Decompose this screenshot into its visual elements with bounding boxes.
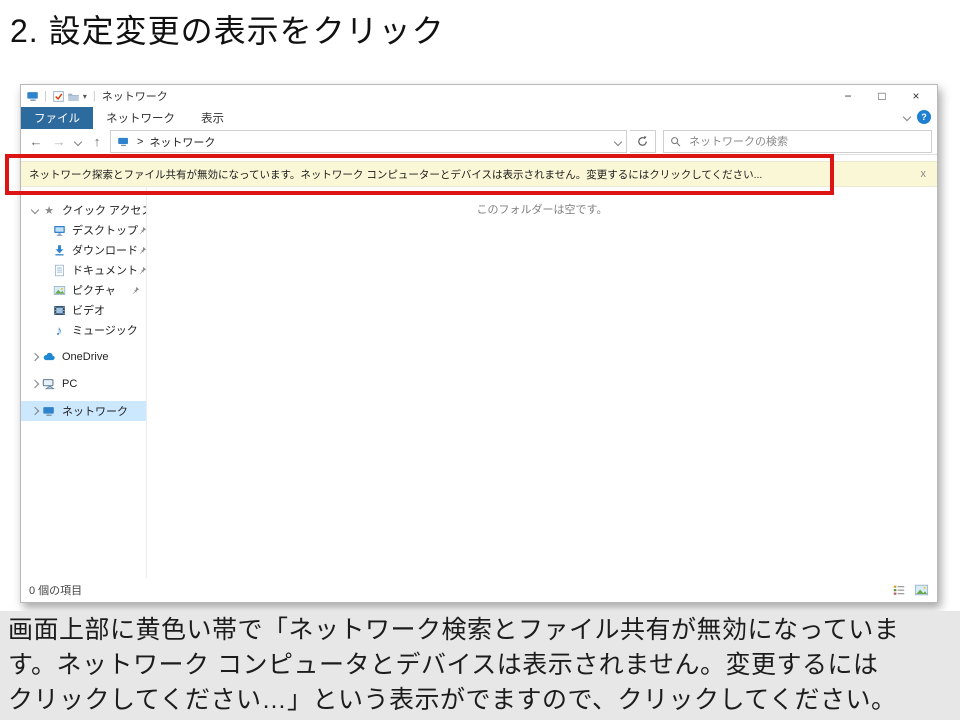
sidebar-item-label: ドキュメント (72, 265, 138, 277)
network-location-icon (116, 134, 131, 149)
caption-line: 画面上部に黄色い帯で「ネットワーク検索とファイル共有が無効になっていま (8, 616, 900, 644)
chevron-right-icon[interactable] (29, 406, 41, 416)
sidebar-item-label: ダウンロード (72, 245, 138, 257)
minimize-button[interactable]: − (831, 86, 865, 106)
folder-view[interactable]: このフォルダーは空です。 (147, 187, 937, 578)
sidebar-item-network[interactable]: ネットワーク (21, 401, 146, 421)
network-discovery-notification[interactable]: ネットワーク探索とファイル共有が無効になっています。ネットワーク コンピューター… (21, 161, 937, 187)
tab-view[interactable]: 表示 (188, 107, 237, 129)
chevron-down-icon[interactable] (29, 205, 41, 215)
items-count: 0 個の項目 (29, 585, 83, 597)
refresh-button[interactable] (630, 130, 656, 153)
details-view-icon[interactable] (892, 583, 906, 597)
sidebar-item-label: クイック アクセス (62, 205, 147, 217)
close-button[interactable]: × (899, 86, 933, 106)
sidebar-item-label: PC (62, 378, 78, 390)
search-icon (670, 136, 682, 148)
quick-access-star-icon: ★ (44, 204, 54, 217)
titlebar-separator: | (44, 90, 47, 102)
pin-icon (138, 246, 146, 255)
network-icon (41, 404, 57, 418)
sidebar-item-label: デスクトップ (72, 225, 138, 237)
explorer-window: | ▾ | ネットワーク − □ × ファイル ネットワーク 表示 ? ← → … (20, 84, 938, 603)
sidebar-item-documents[interactable]: ドキュメント (21, 260, 146, 280)
ribbon-tabs: ファイル ネットワーク 表示 ? (21, 107, 937, 129)
maximize-button[interactable]: □ (865, 86, 899, 106)
caption-line: クリックしてください…」という表示がでますので、クリックしてください。 (8, 686, 897, 714)
breadcrumb[interactable]: > ネットワーク (110, 130, 627, 153)
chevron-right-icon[interactable] (29, 352, 41, 362)
music-note-icon: ♪ (55, 322, 63, 338)
slide-caption: 画面上部に黄色い帯で「ネットワーク検索とファイル共有が無効になっていま す。ネッ… (0, 611, 960, 720)
address-dropdown-icon[interactable] (613, 137, 623, 146)
tab-network[interactable]: ネットワーク (93, 107, 188, 129)
empty-folder-text: このフォルダーは空です。 (476, 204, 608, 216)
help-icon[interactable]: ? (917, 110, 931, 124)
window-title: ネットワーク (101, 91, 168, 103)
pin-icon (138, 266, 146, 275)
slide-title: 2. 設定変更の表示をクリック (10, 13, 445, 49)
sidebar-item-videos[interactable]: ビデオ (21, 300, 146, 320)
sidebar-item-onedrive[interactable]: OneDrive (21, 347, 146, 367)
notification-close-icon[interactable]: x (918, 168, 930, 180)
pc-icon (41, 377, 57, 391)
desktop-icon (51, 224, 67, 237)
sidebar-item-pictures[interactable]: ピクチャ (21, 280, 146, 300)
download-icon (51, 244, 67, 257)
document-icon (51, 264, 67, 277)
sidebar-item-label: ビデオ (72, 305, 105, 317)
onedrive-cloud-icon (41, 350, 57, 364)
qat-dropdown-icon[interactable]: ▾ (83, 92, 87, 101)
status-bar: 0 個の項目 (21, 578, 937, 602)
sidebar-item-label: ピクチャ (72, 285, 116, 297)
window-controls: − □ × (831, 86, 933, 106)
pin-icon (138, 226, 146, 235)
address-bar: ← → ↑ > ネットワーク (21, 129, 937, 155)
search-input[interactable] (687, 134, 925, 149)
network-app-icon (25, 89, 40, 104)
sidebar-item-desktop[interactable]: デスクトップ (21, 220, 146, 240)
pin-icon (131, 286, 140, 295)
sidebar-item-label: OneDrive (62, 351, 109, 363)
forward-button[interactable]: → (49, 132, 69, 152)
recent-locations-icon[interactable] (72, 132, 84, 152)
caption-line: す。ネットワーク コンピュータとデバイスは表示されません。変更するには (8, 651, 879, 679)
pictures-icon (51, 284, 67, 297)
sidebar-item-downloads[interactable]: ダウンロード (21, 240, 146, 260)
window-content: ★ クイック アクセス デスクトップ ダウンロード ドキュメント ピクチャ ビデ… (21, 187, 937, 578)
sidebar-item-quick-access[interactable]: ★ クイック アクセス (21, 200, 146, 220)
sidebar-item-pc[interactable]: PC (21, 374, 146, 394)
breadcrumb-location[interactable]: ネットワーク (149, 134, 215, 150)
titlebar-separator2: | (92, 90, 96, 102)
thumbnail-view-icon[interactable] (914, 583, 929, 597)
navigation-pane: ★ クイック アクセス デスクトップ ダウンロード ドキュメント ピクチャ ビデ… (21, 187, 147, 578)
sidebar-item-music[interactable]: ♪ ミュージック (21, 320, 146, 340)
chevron-right-icon[interactable] (29, 379, 41, 389)
sidebar-item-label: ミュージック (72, 325, 138, 337)
video-icon (51, 304, 67, 317)
back-button[interactable]: ← (26, 132, 46, 152)
window-titlebar: | ▾ | ネットワーク − □ × (21, 85, 937, 107)
sidebar-item-label: ネットワーク (62, 406, 128, 418)
up-button[interactable]: ↑ (87, 132, 107, 152)
tab-file[interactable]: ファイル (21, 107, 93, 129)
notification-text[interactable]: ネットワーク探索とファイル共有が無効になっています。ネットワーク コンピューター… (29, 167, 762, 182)
new-folder-icon[interactable] (66, 89, 81, 104)
properties-checkbox-icon[interactable] (51, 89, 66, 104)
search-box (663, 130, 932, 153)
ribbon-collapse-icon[interactable] (902, 112, 912, 122)
breadcrumb-separator: > (137, 135, 144, 148)
